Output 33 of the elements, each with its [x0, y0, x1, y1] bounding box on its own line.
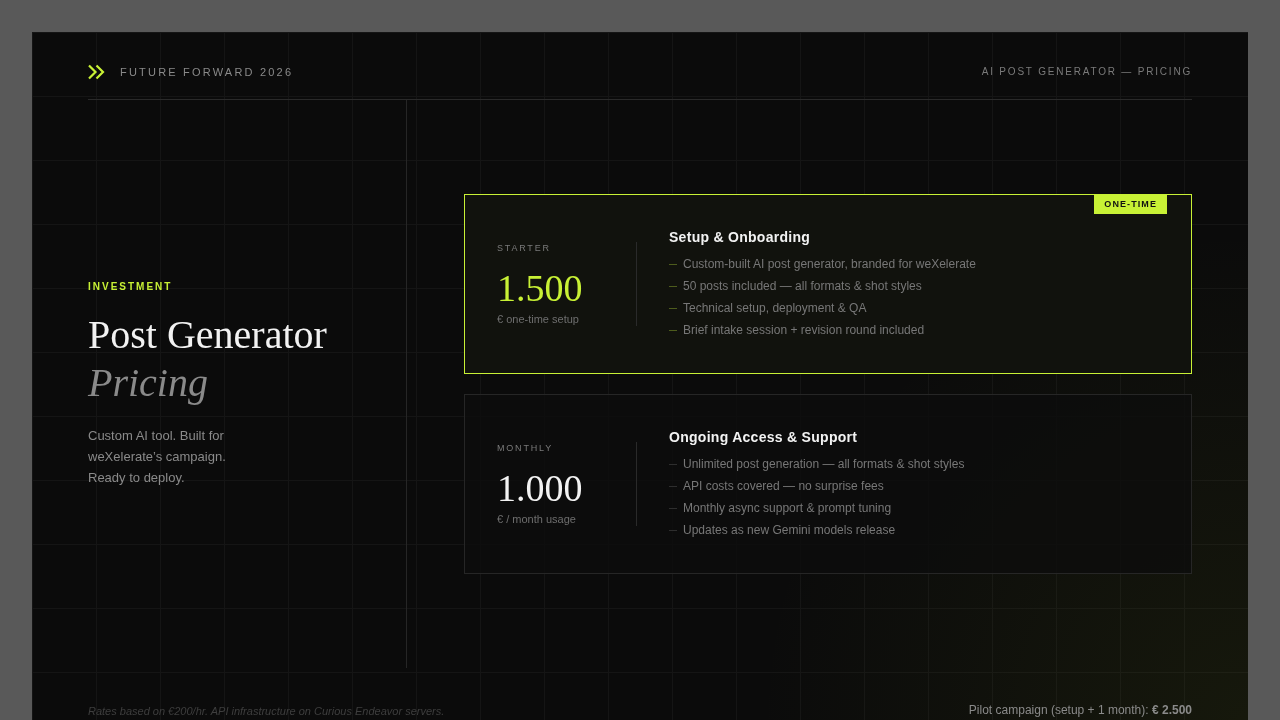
- dash-icon: [669, 285, 677, 287]
- section-eyebrow: INVESTMENT: [88, 280, 173, 293]
- dash-icon: [669, 307, 677, 309]
- dash-icon: [669, 529, 677, 531]
- feature-text: Updates as new Gemini models release: [683, 522, 896, 538]
- dash-icon: [669, 329, 677, 331]
- tier-label: STARTER: [497, 242, 551, 254]
- plan-price: 1.000: [497, 468, 583, 508]
- plan-price: 1.500: [497, 268, 583, 308]
- plan-title: Setup & Onboarding: [669, 228, 811, 247]
- dash-icon: [669, 485, 677, 487]
- feature-text: API costs covered — no surprise fees: [683, 478, 884, 494]
- pilot-total: Pilot campaign (setup + 1 month): € 2.500: [968, 703, 1192, 718]
- plan-badge: ONE-TIME: [1094, 195, 1167, 214]
- feature-text: Monthly async support & prompt tuning: [683, 500, 892, 516]
- feature-text: Custom-built AI post generator, branded for weXelerate: [683, 256, 976, 272]
- tier-label: MONTHLY: [497, 442, 553, 454]
- feature-text: Brief intake session + revision round included: [683, 322, 925, 338]
- feature-text: Unlimited post generation — all formats & shot styles: [683, 456, 965, 472]
- page-title-accent: Pricing: [88, 358, 209, 407]
- double-chevron-icon: [88, 63, 105, 80]
- price-note: € / month usage: [497, 512, 576, 526]
- intro-description: Custom AI tool. Built for weXelerate’s campaign. Ready to deploy.: [88, 426, 227, 487]
- dash-icon: [669, 263, 677, 265]
- page-title: Post Generator: [88, 310, 327, 359]
- dash-icon: [669, 463, 677, 465]
- feature-text: Technical setup, deployment & QA: [683, 300, 867, 316]
- feature-text: 50 posts included — all formats & shot styles: [683, 278, 922, 294]
- plan-title: Ongoing Access & Support: [669, 428, 858, 447]
- dash-icon: [669, 507, 677, 509]
- page-label: AI POST GENERATOR — PRICING: [981, 64, 1192, 79]
- price-note: € one-time setup: [497, 312, 579, 326]
- brand-name: FUTURE FORWARD 2026: [120, 64, 294, 79]
